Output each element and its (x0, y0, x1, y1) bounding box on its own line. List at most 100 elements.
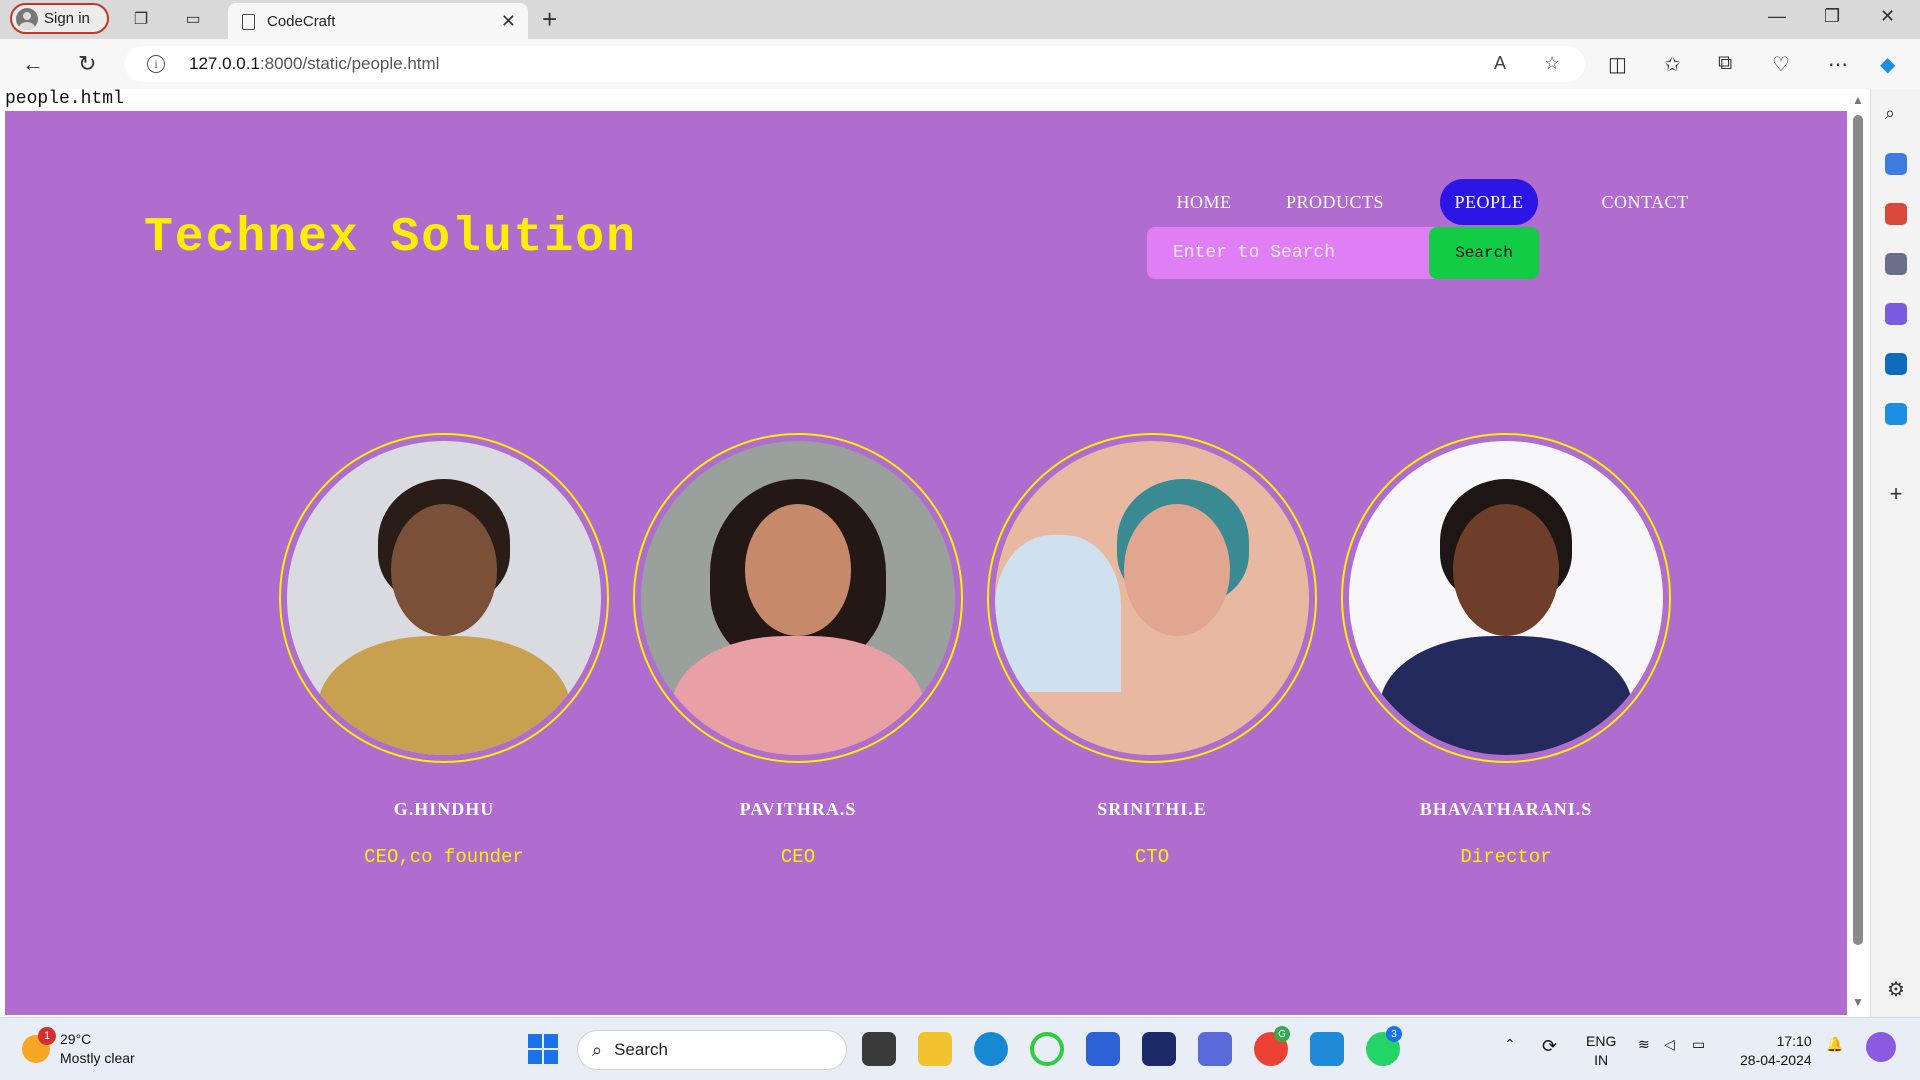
browser-essentials-icon[interactable]: ♡ (1772, 52, 1790, 77)
scrollbar-thumb[interactable] (1853, 115, 1863, 945)
person-photo (279, 433, 609, 763)
url-host: 127.0.0.1 (189, 54, 260, 73)
notification-bell-icon[interactable]: 🔔 (1826, 1036, 1843, 1053)
sidebar-drop-icon[interactable] (1885, 403, 1907, 425)
read-aloud-icon[interactable]: A (1494, 53, 1506, 74)
close-window-icon[interactable]: ✕ (1880, 6, 1895, 27)
start-windows-icon[interactable] (528, 1034, 558, 1064)
person-name: BHAVATHARANI.S (1419, 799, 1593, 819)
nav-contact[interactable]: CONTACT (1595, 179, 1695, 225)
browser-tab-codecraft[interactable]: CodeCraft ✕ (228, 3, 528, 40)
language-bottom: IN (1594, 1052, 1609, 1068)
tab-actions-icon[interactable]: ▭ (183, 9, 203, 29)
favorites-icon[interactable]: ✩ (1664, 52, 1681, 77)
site-container: Technex Solution HOME PRODUCTS PEOPLE CO… (5, 111, 1847, 1015)
nav-home[interactable]: HOME (1169, 179, 1239, 225)
sign-in-label: Sign in (44, 10, 90, 27)
browser-tab-strip: Sign in ❐ ▭ CodeCraft ✕ + — ❐ ✕ (0, 0, 1920, 40)
site-info-icon[interactable]: i (147, 55, 165, 73)
nav-products[interactable]: PRODUCTS (1277, 179, 1393, 225)
minimize-icon[interactable]: — (1768, 6, 1786, 27)
vscode-icon[interactable] (1310, 1032, 1344, 1066)
sidebar-settings-icon[interactable]: ⚙ (1885, 977, 1907, 1001)
person-portrait-image (1349, 441, 1663, 755)
edge-browser-icon[interactable] (974, 1032, 1008, 1066)
person-photo (633, 433, 963, 763)
windows-taskbar: 1 29°C Mostly clear ⌕ Search G 3 ⌃ ⟳ ENG… (0, 1017, 1920, 1080)
refresh-icon[interactable]: ↻ (78, 51, 96, 77)
new-tab-icon[interactable]: + (542, 4, 557, 35)
wifi-icon[interactable]: ≋ (1638, 1036, 1650, 1053)
sidebar-m365-icon[interactable] (1885, 303, 1907, 325)
address-toolbar: ← ↻ i 127.0.0.1:8000/static/people.html … (0, 39, 1920, 89)
sidebar-outlook-icon[interactable] (1885, 353, 1907, 375)
page-viewport: people.html Technex Solution HOME PRODUC… (0, 89, 1848, 1017)
tray-overflow-chevron-icon[interactable]: ⌃ (1504, 1036, 1516, 1053)
person-role: CTO (1134, 846, 1170, 868)
language-indicator[interactable]: ENG IN (1586, 1032, 1616, 1070)
taskbar-search-label: Search (614, 1040, 668, 1059)
person-name: G.HINDHU (393, 799, 495, 819)
sidebar-tools-icon[interactable] (1885, 203, 1907, 225)
person-portrait-image (287, 441, 601, 755)
tab-title: CodeCraft (267, 13, 336, 30)
scroll-down-icon[interactable]: ▼ (1852, 995, 1864, 1009)
weather-sun-icon: 1 (22, 1027, 56, 1063)
more-options-icon[interactable]: ⋯ (1828, 52, 1848, 77)
nav-people[interactable]: PEOPLE (1440, 179, 1538, 225)
sidebar-search-icon[interactable]: ⌕ (1885, 103, 1907, 125)
task-view-icon[interactable] (862, 1032, 896, 1066)
arc-app-icon[interactable] (1198, 1032, 1232, 1066)
split-screen-icon[interactable]: ◫ (1608, 52, 1627, 77)
scroll-up-icon[interactable]: ▲ (1852, 93, 1864, 107)
back-arrow-icon[interactable]: ← (22, 51, 44, 77)
copilot-taskbar-icon[interactable] (1866, 1032, 1896, 1062)
weather-widget[interactable]: 1 29°C Mostly clear (22, 1027, 135, 1068)
search-input[interactable] (1147, 227, 1437, 279)
weather-badge: 1 (38, 1027, 56, 1045)
url-bar[interactable]: i 127.0.0.1:8000/static/people.html (125, 46, 1585, 82)
weather-description: Mostly clear (60, 1050, 135, 1066)
sync-icon[interactable]: ⟳ (1542, 1036, 1557, 1057)
person-portrait-image (995, 441, 1309, 755)
person-name: PAVITHRA.S (739, 799, 857, 819)
workspaces-icon[interactable]: ❐ (131, 9, 151, 29)
taskbar-search-box[interactable]: ⌕ Search (577, 1030, 847, 1070)
person-card-hindhu: G.HINDHU CEO,co founder (279, 433, 609, 868)
person-portrait-image (641, 441, 955, 755)
favorite-star-icon[interactable]: ☆ (1544, 53, 1560, 74)
volume-icon[interactable]: ◁ (1664, 1036, 1675, 1053)
sidebar-add-icon[interactable]: + (1885, 481, 1907, 506)
sign-in-button[interactable]: Sign in (10, 3, 109, 34)
restore-icon[interactable]: ❐ (1824, 6, 1840, 27)
collections-icon[interactable]: ⧉ (1718, 52, 1732, 75)
search-icon: ⌕ (592, 1039, 603, 1060)
refresh-app-icon[interactable] (1030, 1032, 1064, 1066)
system-clock[interactable]: 17:10 28-04-2024 (1740, 1032, 1812, 1070)
search-form: Search (1147, 227, 1539, 279)
person-photo (987, 433, 1317, 763)
url-path: :8000/static/people.html (259, 54, 440, 73)
person-card-bhavatharani: BHAVATHARANI.S Director (1341, 433, 1671, 868)
person-card-pavithra: PAVITHRA.S CEO (633, 433, 963, 868)
person-role: CEO,co founder (364, 846, 524, 868)
sidebar-shopping-icon[interactable] (1885, 153, 1907, 175)
file-name-text: people.html (5, 89, 124, 109)
microsoft-store-icon[interactable] (1086, 1032, 1120, 1066)
whatsapp-badge: 3 (1386, 1026, 1402, 1042)
person-photo (1341, 433, 1671, 763)
weather-temperature: 29°C (60, 1031, 92, 1047)
l-app-icon[interactable] (1142, 1032, 1176, 1066)
whatsapp-icon[interactable]: 3 (1366, 1026, 1402, 1066)
clock-date: 28-04-2024 (1740, 1052, 1812, 1068)
battery-icon[interactable]: ▭ (1692, 1036, 1705, 1053)
file-explorer-icon[interactable] (918, 1032, 952, 1066)
close-tab-icon[interactable]: ✕ (501, 11, 516, 32)
brand-title: Technex Solution (144, 211, 637, 265)
search-button[interactable]: Search (1429, 227, 1539, 279)
clock-time: 17:10 (1776, 1033, 1812, 1049)
sidebar-games-icon[interactable] (1885, 253, 1907, 275)
chrome-icon[interactable]: G (1254, 1026, 1290, 1066)
copilot-icon[interactable]: ◆ (1880, 52, 1895, 77)
vertical-scrollbar[interactable]: ▲ ▼ (1848, 89, 1870, 1017)
